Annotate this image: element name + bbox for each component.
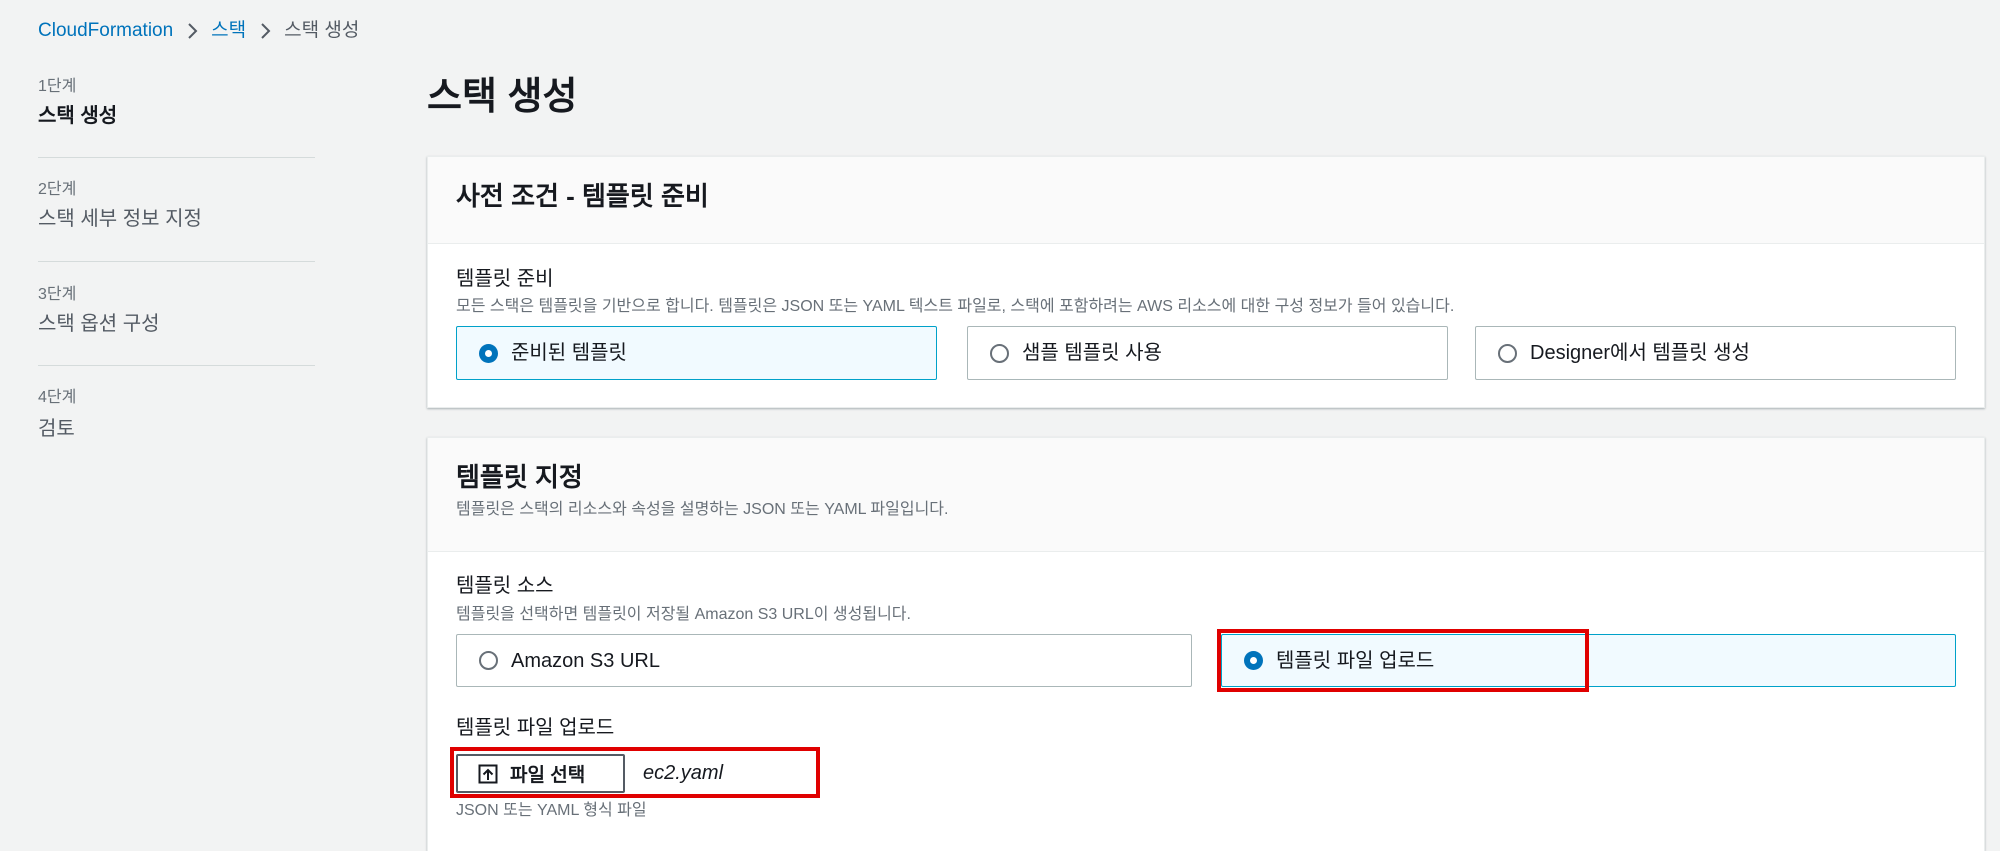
prerequisite-title: 사전 조건 - 템플릿 준비 <box>456 181 709 211</box>
tile-label: 준비된 템플릿 <box>511 342 627 364</box>
radio-icon[interactable] <box>479 343 498 363</box>
prepare-template-description: 모든 스택은 템플릿을 기반으로 합니다. 템플릿은 JSON 또는 YAML … <box>456 298 1455 315</box>
panel-header: 템플릿 지정 템플릿은 스택의 리소스와 속성을 설명하는 JSON 또는 YA… <box>428 438 1984 552</box>
tile-use-sample-template[interactable]: 샘플 템플릿 사용 <box>967 326 1448 380</box>
upload-template-label: 템플릿 파일 업로드 <box>456 717 615 739</box>
breadcrumb: CloudFormation 스택 스택 생성 <box>38 19 359 43</box>
step-number: 2단계 <box>38 181 77 198</box>
choose-file-label: 파일 선택 <box>510 765 586 786</box>
specify-template-description: 템플릿은 스택의 리소스와 속성을 설명하는 JSON 또는 YAML 파일입니… <box>456 501 949 518</box>
step-number: 4단계 <box>38 389 77 406</box>
radio-icon[interactable] <box>479 651 498 670</box>
upload-icon <box>478 764 498 783</box>
nav-divider <box>38 365 315 366</box>
page-title: 스택 생성 <box>427 76 578 118</box>
radio-icon[interactable] <box>1244 651 1263 670</box>
template-source-description: 템플릿을 선택하면 템플릿이 저장될 Amazon S3 URL이 생성됩니다. <box>456 606 911 623</box>
step-title-stack-options[interactable]: 스택 옵션 구성 <box>38 311 160 337</box>
tile-label: 템플릿 파일 업로드 <box>1276 649 1435 672</box>
tile-label: Amazon S3 URL <box>511 649 660 672</box>
template-source-label: 템플릿 소스 <box>456 575 554 597</box>
tile-label: 샘플 템플릿 사용 <box>1022 342 1162 364</box>
radio-icon[interactable] <box>1498 343 1517 363</box>
chevron-right-icon <box>261 23 271 39</box>
choose-file-button[interactable]: 파일 선택 <box>456 754 625 793</box>
breadcrumb-current: 스택 생성 <box>284 20 360 41</box>
step-title-create-stack: 스택 생성 <box>38 105 118 127</box>
step-title-review[interactable]: 검토 <box>38 416 75 442</box>
chevron-right-icon <box>188 23 198 39</box>
radio-icon[interactable] <box>990 343 1009 363</box>
file-format-hint: JSON 또는 YAML 형식 파일 <box>456 802 647 819</box>
tile-label: Designer에서 템플릿 생성 <box>1530 342 1750 364</box>
tile-upload-template-file[interactable]: 템플릿 파일 업로드 <box>1221 634 1956 687</box>
step-number: 3단계 <box>38 286 77 303</box>
prerequisite-panel: 사전 조건 - 템플릿 준비 템플릿 준비 모든 스택은 템플릿을 기반으로 합… <box>427 156 1985 408</box>
panel-header: 사전 조건 - 템플릿 준비 <box>428 157 1984 244</box>
tile-amazon-s3-url[interactable]: Amazon S3 URL <box>456 634 1192 687</box>
breadcrumb-stacks-link[interactable]: 스택 <box>211 19 246 43</box>
chosen-file-name: ec2.yaml <box>643 762 724 784</box>
step-title-stack-details[interactable]: 스택 세부 정보 지정 <box>38 206 202 232</box>
nav-divider <box>38 261 315 262</box>
tile-create-in-designer[interactable]: Designer에서 템플릿 생성 <box>1475 326 1956 380</box>
specify-template-title: 템플릿 지정 <box>456 462 583 492</box>
prepare-template-label: 템플릿 준비 <box>456 268 554 290</box>
specify-template-panel: 템플릿 지정 템플릿은 스택의 리소스와 속성을 설명하는 JSON 또는 YA… <box>427 437 1985 851</box>
breadcrumb-cloudformation-link[interactable]: CloudFormation <box>38 19 173 43</box>
step-number: 1단계 <box>38 78 77 95</box>
nav-divider <box>38 157 315 158</box>
tile-template-is-ready[interactable]: 준비된 템플릿 <box>456 326 937 380</box>
